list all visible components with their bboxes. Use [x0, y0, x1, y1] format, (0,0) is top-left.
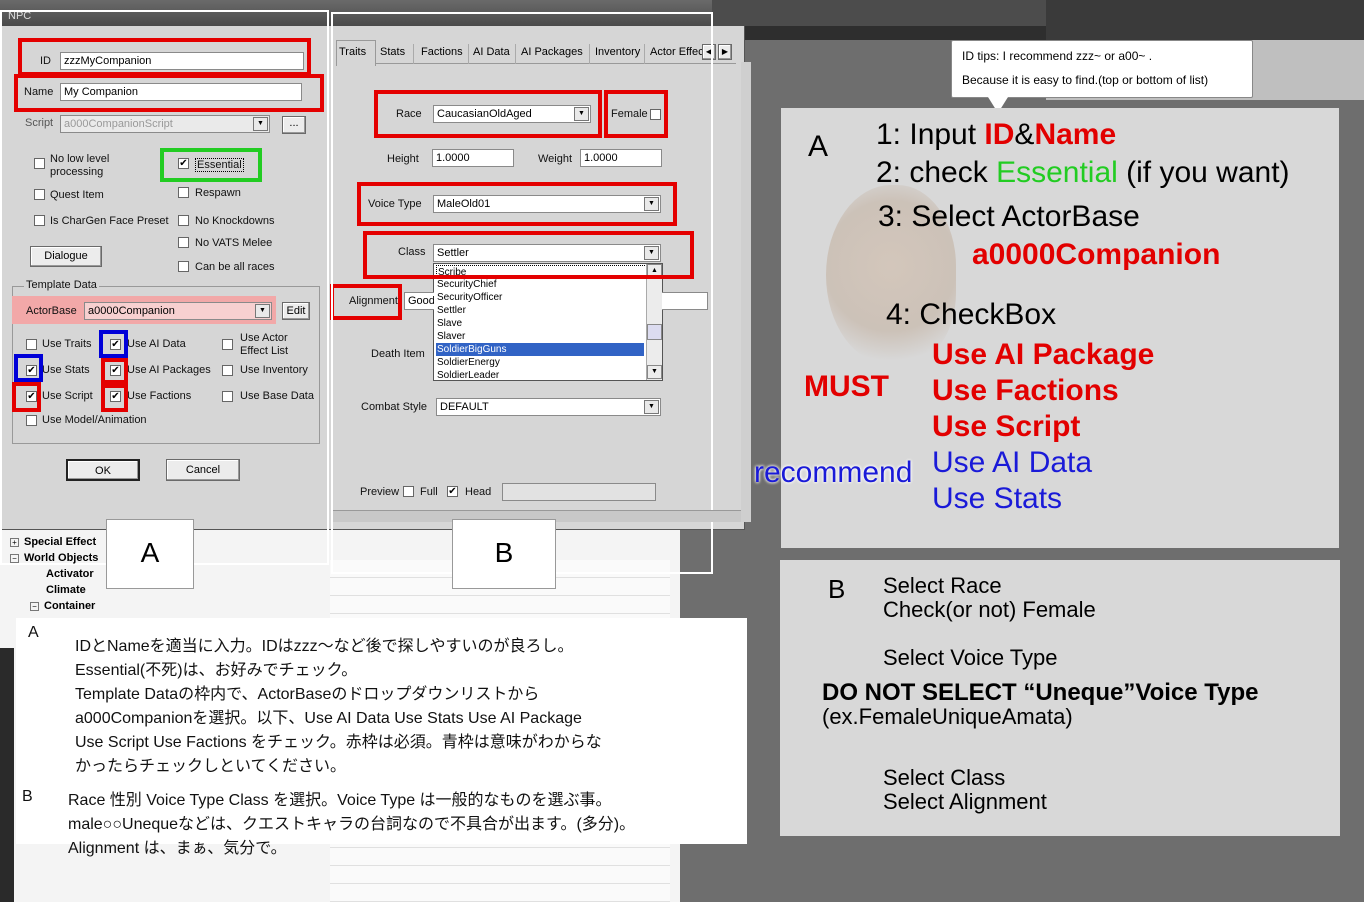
dark-edge	[0, 648, 14, 902]
tree-label: Container	[44, 600, 96, 612]
pane-b-outline	[331, 12, 713, 574]
callout-a: A	[106, 519, 194, 589]
jp-b-line1: Race 性別 Voice Type Class を選択。Voice Type …	[68, 792, 612, 809]
jp-section-a-letter: A	[28, 624, 39, 641]
id-tips-line1: ID tips: I recommend zzz~ or a00~ .	[962, 49, 1153, 63]
callout-b: B	[452, 519, 556, 589]
step2-essential: Essential	[996, 156, 1118, 189]
step1-id: ID	[984, 118, 1015, 151]
guide-a-step4: 4: CheckBox	[886, 298, 1057, 331]
guide-a-must-3: Use Script	[932, 410, 1081, 443]
step2-suffix: (if you want)	[1117, 156, 1290, 189]
guide-b-line4: DO NOT SELECT “Uneque”Voice Type	[822, 679, 1259, 706]
tree-item-world-objects[interactable]: − World Objects	[10, 552, 98, 564]
id-tips-bubble: ID tips: I recommend zzz~ or a00~ . Beca…	[951, 40, 1253, 98]
guide-b-letter: B	[828, 574, 846, 604]
id-tips-line2: Because it is easy to find.(top or botto…	[962, 73, 1209, 87]
guide-a-step1: 1: Input ID&Name	[876, 118, 1116, 152]
guide-b-line5: (ex.FemaleUniqueAmata)	[822, 704, 1073, 729]
guide-a-rec-1: Use AI Data	[932, 446, 1093, 479]
tree-label: Special Effect	[24, 536, 97, 548]
collapse-icon[interactable]: −	[30, 602, 39, 611]
pane-a-outline	[0, 10, 329, 565]
guide-a-must-1: Use AI Package	[932, 338, 1155, 371]
guide-b-line7: Select Alignment	[883, 789, 1047, 814]
jp-b-line3: Alignment は、まぁ、気分で。	[68, 840, 287, 857]
jp-a-line5: Use Script Use Factions をチェック。赤枠は必須。青枠は意…	[75, 734, 602, 751]
guide-b-line2: Check(or not) Female	[883, 597, 1096, 622]
tab-scroll-right[interactable]: ▶	[718, 44, 732, 60]
expand-icon[interactable]: +	[10, 538, 19, 547]
guide-a-step3: 3: Select ActorBase	[878, 200, 1140, 233]
step1-name: Name	[1034, 118, 1117, 151]
guide-a-recommend: recommend	[754, 456, 913, 489]
tree-item-special-effect[interactable]: + Special Effect	[10, 536, 96, 548]
collapse-icon[interactable]: −	[10, 554, 19, 563]
tree-label: World Objects	[24, 552, 99, 564]
jp-a-line6: かったらチェックしといてください。	[75, 758, 347, 775]
right-strip	[741, 62, 751, 522]
tree-item-climate[interactable]: Climate	[46, 584, 86, 596]
guide-a-rec-2: Use Stats	[932, 482, 1063, 515]
tree-item-container[interactable]: − Container	[30, 600, 95, 612]
npc-titlebar-right	[712, 0, 1046, 26]
guide-a-step3-value: a0000Companion	[972, 238, 1221, 271]
tree-item-activator[interactable]: Activator	[46, 568, 94, 580]
step1-prefix: 1: Input	[876, 118, 985, 151]
guide-a-letter: A	[808, 130, 829, 163]
jp-section-b-letter: B	[22, 788, 33, 805]
guide-b-line3: Select Voice Type	[883, 645, 1058, 670]
step2-prefix: 2: check	[876, 156, 997, 189]
guide-a-step2: 2: check Essential (if you want)	[876, 156, 1290, 190]
guide-a-must: MUST	[804, 370, 889, 403]
jp-a-line2: Essential(不死)は、お好みでチェック。	[75, 662, 358, 679]
guide-a-must-2: Use Factions	[932, 374, 1119, 407]
jp-a-line4: a000Companionを選択。以下、Use AI Data Use Stat…	[75, 710, 582, 727]
step1-amp: &	[1014, 118, 1035, 151]
background-titlebar	[1046, 0, 1364, 40]
jp-b-line2: male○○Unequeなどは、クエストキャラの台詞なので不具合が出ます。(多分…	[68, 816, 636, 833]
jp-a-line3: Template Dataの枠内で、ActorBaseのドロップダウンリストから	[75, 686, 540, 703]
guide-b-line1: Select Race	[883, 573, 1002, 598]
guide-b-line6: Select Class	[883, 765, 1006, 790]
jp-a-line1: IDとNameを適当に入力。IDはzzz〜など後で探しやすいのが良ろし。	[75, 638, 574, 655]
